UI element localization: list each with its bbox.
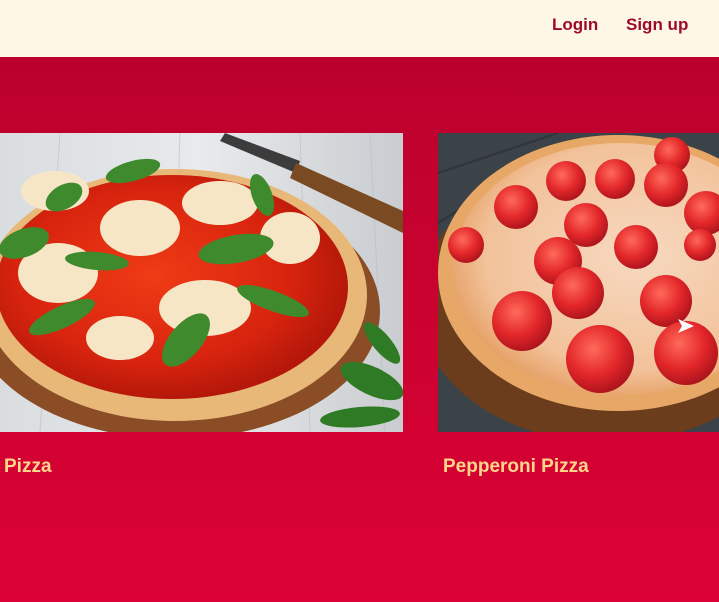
- signup-link[interactable]: Sign up: [626, 15, 688, 35]
- pepperoni-pizza-image[interactable]: [438, 133, 719, 432]
- margherita-pizza-photo: [0, 133, 403, 432]
- menu-card-title[interactable]: Pizza: [0, 456, 403, 478]
- login-link[interactable]: Login: [552, 15, 598, 35]
- menu-card[interactable]: Pepperoni Pizza: [438, 133, 719, 478]
- menu-card[interactable]: Pizza: [0, 133, 403, 478]
- margherita-pizza-image[interactable]: [0, 133, 403, 432]
- menu-card-title[interactable]: Pepperoni Pizza: [438, 456, 719, 478]
- top-navbar: Login Sign up: [0, 0, 719, 57]
- pepperoni-pizza-photo: [438, 133, 719, 432]
- carousel-next-arrow-icon[interactable]: [678, 319, 694, 333]
